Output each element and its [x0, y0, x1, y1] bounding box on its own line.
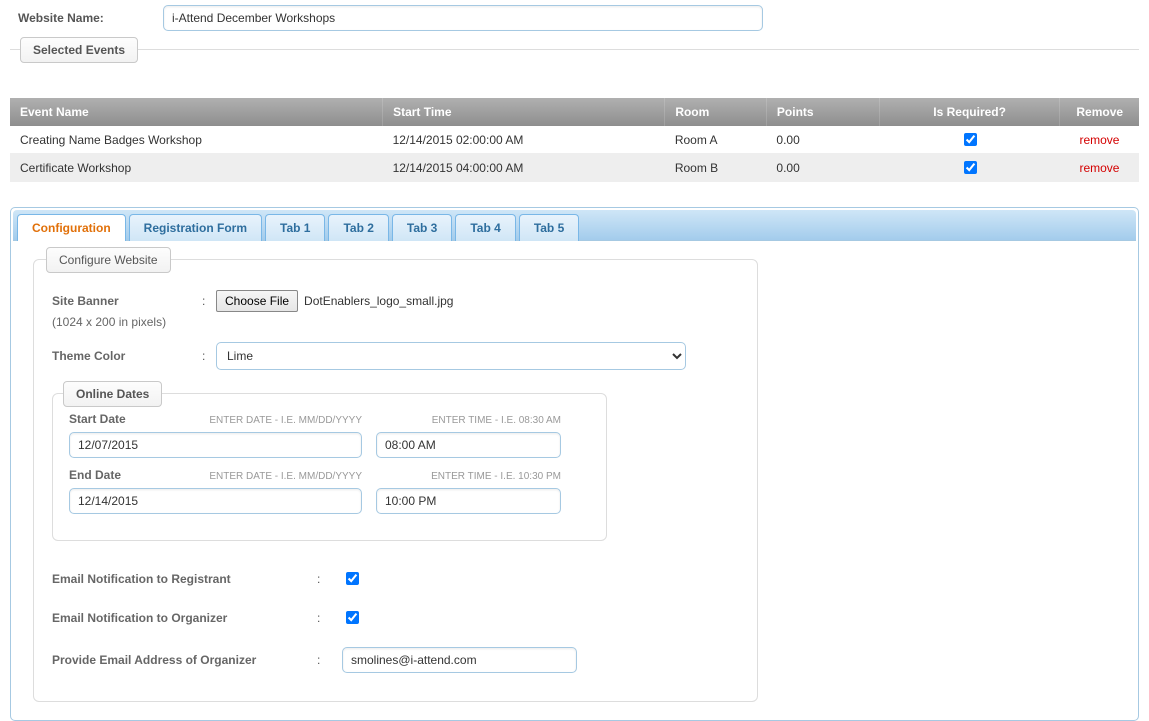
email-registrant-checkbox[interactable] [346, 572, 359, 585]
col-remove: Remove [1060, 98, 1139, 126]
end-date-hint: ENTER DATE - I.E. MM/DD/YYYY [209, 471, 362, 482]
cell-event-name: Certificate Workshop [10, 154, 383, 182]
tab-body: Configure Website Site Banner : Choose F… [13, 241, 1136, 720]
cell-remove: remove [1060, 154, 1139, 182]
website-name-row: Website Name: [10, 0, 1139, 43]
cell-points: 0.00 [766, 154, 879, 182]
col-event-name: Event Name [10, 98, 383, 126]
tab-tab-4[interactable]: Tab 4 [455, 214, 515, 241]
required-checkbox[interactable] [964, 133, 977, 146]
cell-start-time: 12/14/2015 04:00:00 AM [383, 154, 665, 182]
end-date-input[interactable] [69, 488, 362, 514]
theme-color-select-wrap[interactable]: Lime [216, 342, 686, 370]
start-date-input[interactable] [69, 432, 362, 458]
start-time-input[interactable] [376, 432, 561, 458]
website-name-label: Website Name: [18, 11, 163, 25]
organizer-email-row: Provide Email Address of Organizer : [52, 637, 739, 683]
cell-start-time: 12/14/2015 02:00:00 AM [383, 126, 665, 154]
cell-points: 0.00 [766, 126, 879, 154]
theme-color-select[interactable]: Lime [217, 344, 685, 368]
organizer-email-label: Provide Email Address of Organizer [52, 653, 317, 667]
selected-events-fieldset: Selected Events Event Name Start Time Ro… [10, 49, 1139, 182]
remove-link[interactable]: remove [1079, 133, 1119, 147]
site-banner-label-text: Site Banner [52, 294, 119, 308]
start-date-label: Start Date [69, 412, 126, 426]
email-registrant-row: Email Notification to Registrant : [52, 559, 739, 598]
site-banner-hint: (1024 x 200 in pixels) [52, 315, 739, 329]
col-room: Room [665, 98, 767, 126]
end-time-hint: ENTER TIME - I.E. 10:30 PM [376, 471, 561, 482]
remove-link[interactable]: remove [1079, 161, 1119, 175]
tab-tab-1[interactable]: Tab 1 [265, 214, 325, 241]
start-date-hint: ENTER DATE - I.E. MM/DD/YYYY [209, 415, 362, 426]
start-time-hint: ENTER TIME - I.E. 08:30 AM [376, 415, 561, 426]
required-checkbox[interactable] [964, 161, 977, 174]
table-row: Certificate Workshop12/14/2015 04:00:00 … [10, 154, 1139, 182]
col-points: Points [766, 98, 879, 126]
selected-file-name: DotEnablers_logo_small.jpg [304, 294, 453, 308]
tab-tab-3[interactable]: Tab 3 [392, 214, 452, 241]
end-time-input[interactable] [376, 488, 561, 514]
cell-event-name: Creating Name Badges Workshop [10, 126, 383, 154]
site-banner-row: Site Banner : Choose File DotEnablers_lo… [52, 285, 739, 317]
online-dates-fieldset: Online Dates Start Date ENTER DATE - I.E… [52, 393, 607, 541]
cell-required [879, 126, 1060, 154]
events-table: Event Name Start Time Room Points Is Req… [10, 98, 1139, 182]
tab-tab-2[interactable]: Tab 2 [328, 214, 388, 241]
end-date-row: End Date ENTER DATE - I.E. MM/DD/YYYY EN… [69, 468, 590, 514]
selected-events-legend: Selected Events [20, 37, 138, 63]
online-dates-legend: Online Dates [63, 381, 162, 407]
tab-registration-form[interactable]: Registration Form [129, 214, 262, 241]
cell-required [879, 154, 1060, 182]
events-header-row: Event Name Start Time Room Points Is Req… [10, 98, 1139, 126]
site-banner-label: Site Banner [52, 294, 202, 308]
organizer-email-input[interactable] [342, 647, 577, 673]
configure-website-fieldset: Configure Website Site Banner : Choose F… [33, 259, 758, 702]
tab-container: ConfigurationRegistration FormTab 1Tab 2… [10, 207, 1139, 721]
start-date-row: Start Date ENTER DATE - I.E. MM/DD/YYYY … [69, 412, 590, 458]
cell-room: Room A [665, 126, 767, 154]
end-date-label: End Date [69, 468, 121, 482]
email-registrant-label: Email Notification to Registrant [52, 572, 317, 586]
website-name-input[interactable] [163, 5, 763, 31]
theme-color-row: Theme Color : Lime [52, 337, 739, 375]
table-row: Creating Name Badges Workshop12/14/2015 … [10, 126, 1139, 154]
theme-color-label: Theme Color [52, 349, 202, 363]
col-start-time: Start Time [383, 98, 665, 126]
col-required: Is Required? [879, 98, 1060, 126]
cell-room: Room B [665, 154, 767, 182]
cell-remove: remove [1060, 126, 1139, 154]
configure-website-legend: Configure Website [46, 247, 171, 273]
tab-configuration[interactable]: Configuration [17, 214, 126, 241]
email-organizer-checkbox[interactable] [346, 611, 359, 624]
choose-file-button[interactable]: Choose File [216, 290, 298, 312]
tab-tab-5[interactable]: Tab 5 [519, 214, 579, 241]
email-organizer-label: Email Notification to Organizer [52, 611, 317, 625]
tab-header: ConfigurationRegistration FormTab 1Tab 2… [13, 210, 1136, 241]
email-organizer-row: Email Notification to Organizer : [52, 598, 739, 637]
